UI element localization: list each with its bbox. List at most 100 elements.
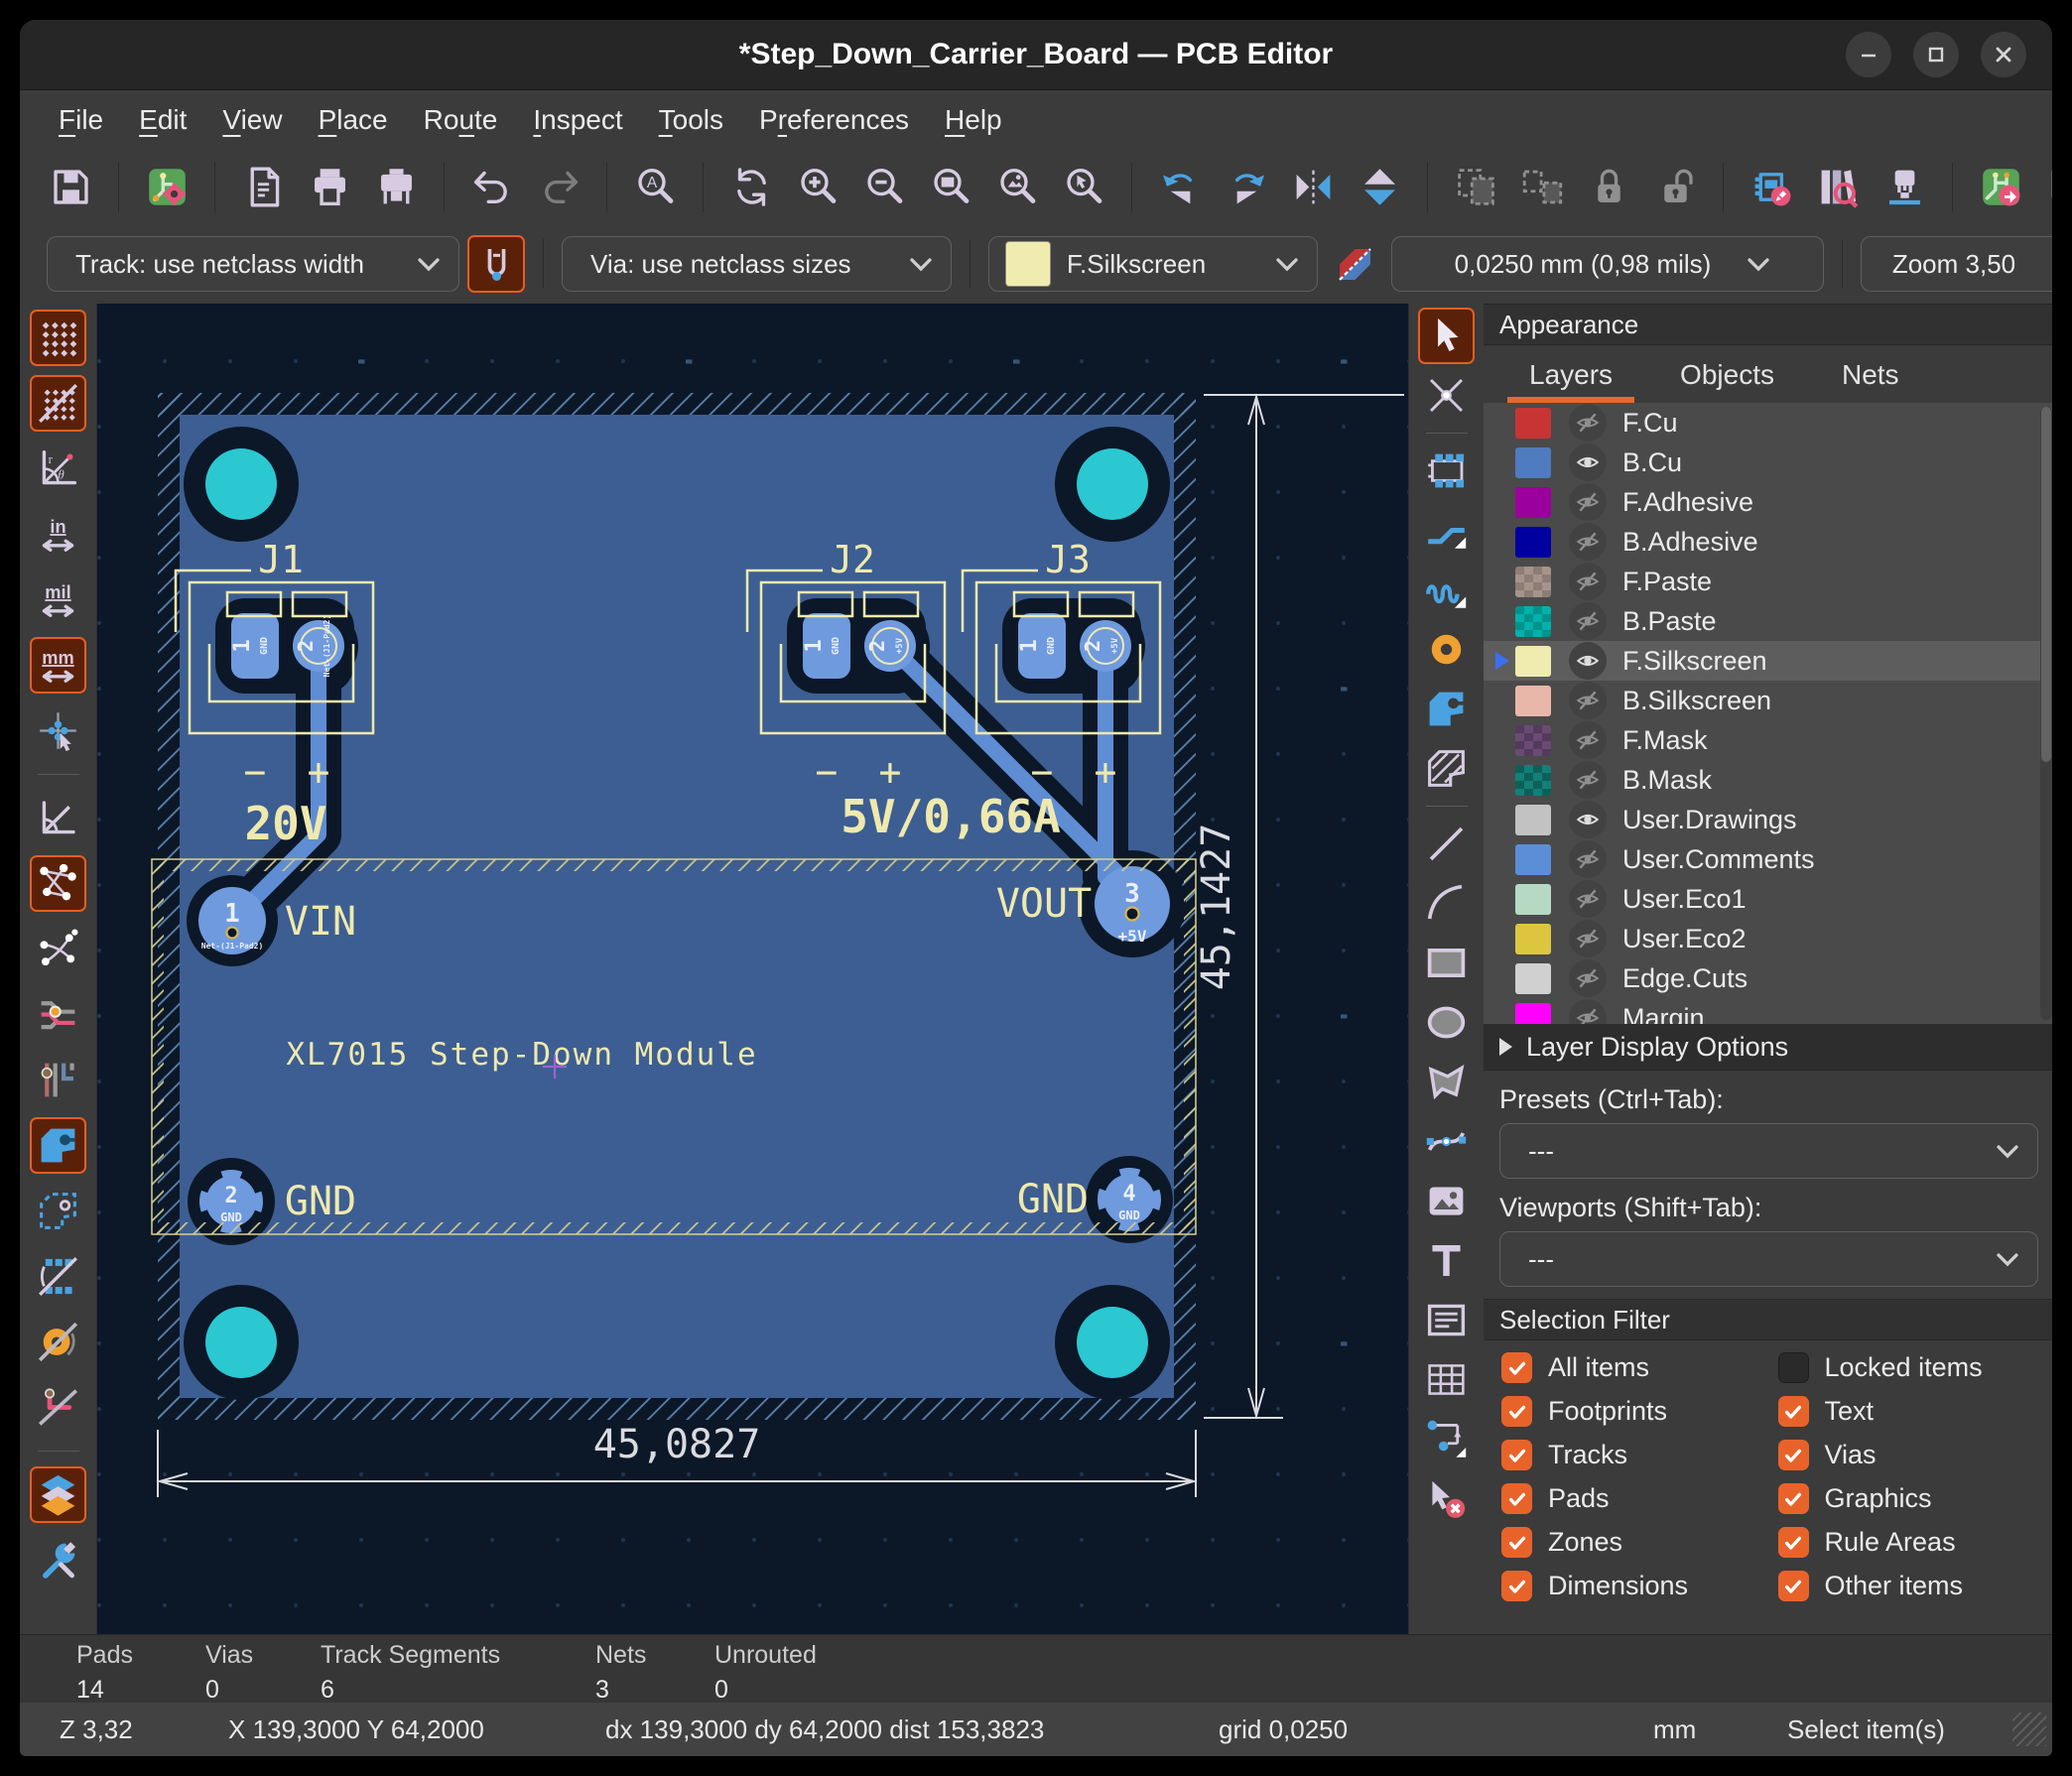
add-dimension-button[interactable] bbox=[1418, 1411, 1475, 1467]
layer-color-swatch[interactable] bbox=[1515, 646, 1551, 677]
via-size-dropdown[interactable]: Via: use netclass sizes bbox=[562, 236, 952, 292]
layer-color-swatch[interactable] bbox=[1515, 1003, 1551, 1025]
curved-ratsnest-button[interactable] bbox=[30, 921, 86, 977]
layer-color-swatch[interactable] bbox=[1515, 725, 1551, 756]
plot-button[interactable] bbox=[367, 159, 425, 216]
layer-row-margin[interactable]: Margin bbox=[1484, 998, 2052, 1024]
crosshair-cursor-button[interactable] bbox=[30, 702, 86, 759]
visibility-off-icon[interactable] bbox=[1569, 999, 1607, 1024]
refresh-button[interactable] bbox=[722, 159, 780, 216]
add-rule-area-button[interactable] bbox=[1418, 740, 1475, 797]
draw-bezier-button[interactable] bbox=[1418, 1113, 1475, 1170]
add-image-button[interactable] bbox=[1418, 1173, 1475, 1229]
browse-footprints-button[interactable] bbox=[1809, 159, 1867, 216]
run-drc-button[interactable] bbox=[2038, 159, 2052, 216]
polar-coordinates-button[interactable]: θr bbox=[30, 441, 86, 497]
group-button[interactable] bbox=[1447, 159, 1504, 216]
properties-panel-button[interactable] bbox=[30, 1532, 86, 1588]
lock-button[interactable] bbox=[1580, 159, 1637, 216]
visibility-off-icon[interactable] bbox=[1569, 602, 1607, 640]
filter-other-items[interactable]: Other items bbox=[1778, 1571, 2053, 1601]
zoom-out-button[interactable] bbox=[855, 159, 913, 216]
free-angle-button[interactable] bbox=[30, 790, 86, 846]
flip-horizontal-button[interactable] bbox=[1284, 159, 1342, 216]
select-button[interactable] bbox=[1418, 308, 1475, 364]
redo-button[interactable] bbox=[530, 159, 587, 216]
layer-row-f-cu[interactable]: F.Cu bbox=[1484, 403, 2052, 443]
grid-overrides-button[interactable] bbox=[30, 375, 86, 432]
presets-dropdown[interactable]: --- bbox=[1499, 1123, 2038, 1179]
flip-vertical-button[interactable] bbox=[1351, 159, 1408, 216]
sketch-vias-button[interactable] bbox=[30, 1314, 86, 1370]
filter-rule-areas[interactable]: Rule Areas bbox=[1778, 1527, 2053, 1558]
layer-color-swatch[interactable] bbox=[1515, 447, 1551, 478]
units-mm-button[interactable]: mm bbox=[30, 637, 86, 694]
layer-row-b-adhesive[interactable]: B.Adhesive bbox=[1484, 522, 2052, 562]
menu-file[interactable]: File bbox=[46, 98, 116, 142]
layer-row-b-silkscreen[interactable]: B.Silkscreen bbox=[1484, 681, 2052, 720]
units-inches-button[interactable]: in bbox=[30, 506, 86, 563]
layer-color-swatch[interactable] bbox=[1515, 765, 1551, 796]
layer-row-user-comments[interactable]: User.Comments bbox=[1484, 839, 2052, 879]
layer-color-swatch[interactable] bbox=[1515, 527, 1551, 558]
zoom-selection-button[interactable] bbox=[1055, 159, 1112, 216]
visibility-off-icon[interactable] bbox=[1569, 404, 1607, 442]
layer-row-f-paste[interactable]: F.Paste bbox=[1484, 562, 2052, 601]
layer-color-swatch[interactable] bbox=[1515, 686, 1551, 716]
grid-visibility-button[interactable] bbox=[30, 310, 86, 366]
draw-arc-button[interactable] bbox=[1418, 875, 1475, 932]
layer-row-f-adhesive[interactable]: F.Adhesive bbox=[1484, 482, 2052, 522]
layer-color-swatch[interactable] bbox=[1515, 606, 1551, 637]
layer-row-f-mask[interactable]: F.Mask bbox=[1484, 720, 2052, 760]
board-setup-button[interactable] bbox=[138, 159, 195, 216]
filter-all-items[interactable]: All items bbox=[1501, 1352, 1778, 1383]
layer-color-swatch[interactable] bbox=[1515, 567, 1551, 597]
zone-outlines-button[interactable] bbox=[30, 1183, 86, 1239]
print-button[interactable] bbox=[301, 159, 358, 216]
titlebar[interactable]: *Step_Down_Carrier_Board — PCB Editor bbox=[20, 20, 2052, 89]
dimension-height-text[interactable]: 45,1427 bbox=[1194, 824, 1239, 991]
tune-length-button[interactable] bbox=[1418, 562, 1475, 618]
delete-tool-button[interactable] bbox=[1418, 1470, 1475, 1527]
appearance-manager-button[interactable] bbox=[30, 1466, 86, 1523]
grid-dropdown[interactable]: 0,0250 mm (0,98 mils) bbox=[1391, 236, 1824, 292]
visibility-off-icon[interactable] bbox=[1569, 483, 1607, 521]
visibility-off-icon[interactable] bbox=[1569, 959, 1607, 997]
ratsnest-visibility-button[interactable] bbox=[30, 855, 86, 912]
close-button[interactable] bbox=[1981, 32, 2026, 77]
ungroup-button[interactable] bbox=[1513, 159, 1571, 216]
unlock-button[interactable] bbox=[1646, 159, 1704, 216]
menu-tools[interactable]: Tools bbox=[646, 98, 736, 142]
menu-edit[interactable]: Edit bbox=[126, 98, 199, 142]
filter-graphics[interactable]: Graphics bbox=[1778, 1483, 2053, 1514]
layer-row-b-mask[interactable]: B.Mask bbox=[1484, 760, 2052, 800]
add-text-button[interactable] bbox=[1418, 1232, 1475, 1289]
rotate-ccw-button[interactable] bbox=[1151, 159, 1209, 216]
draw-line-button[interactable] bbox=[1418, 816, 1475, 872]
layer-row-edge-cuts[interactable]: Edge.Cuts bbox=[1484, 958, 2052, 998]
filter-text[interactable]: Text bbox=[1778, 1396, 2053, 1427]
filter-pads[interactable]: Pads bbox=[1501, 1483, 1778, 1514]
add-footprint-button[interactable] bbox=[1418, 443, 1475, 499]
layer-color-swatch[interactable] bbox=[1515, 924, 1551, 954]
visibility-off-icon[interactable] bbox=[1569, 523, 1607, 561]
filter-zones[interactable]: Zones bbox=[1501, 1527, 1778, 1558]
zoom-objects-button[interactable] bbox=[988, 159, 1046, 216]
rotate-cw-button[interactable] bbox=[1218, 159, 1275, 216]
layer-row-user-drawings[interactable]: User.Drawings bbox=[1484, 800, 2052, 839]
layer-row-f-silkscreen[interactable]: F.Silkscreen bbox=[1484, 641, 2052, 681]
layer-color-swatch[interactable] bbox=[1515, 884, 1551, 915]
visibility-on-icon[interactable] bbox=[1569, 444, 1607, 481]
layer-color-swatch[interactable] bbox=[1515, 963, 1551, 994]
find-button[interactable]: A bbox=[626, 159, 684, 216]
layer-row-user-eco1[interactable]: User.Eco1 bbox=[1484, 879, 2052, 919]
vin-pad[interactable]: 1 Net-(J1-Pad2) bbox=[198, 887, 266, 954]
units-mils-button[interactable]: mil bbox=[30, 571, 86, 628]
visibility-off-icon[interactable] bbox=[1569, 920, 1607, 957]
update-pcb-from-schematic-button[interactable] bbox=[1972, 159, 2029, 216]
visibility-off-icon[interactable] bbox=[1569, 563, 1607, 600]
sketch-tracks-button[interactable] bbox=[30, 1379, 86, 1436]
layer-color-swatch[interactable] bbox=[1515, 408, 1551, 439]
visibility-off-icon[interactable] bbox=[1569, 840, 1607, 878]
visibility-off-icon[interactable] bbox=[1569, 682, 1607, 719]
